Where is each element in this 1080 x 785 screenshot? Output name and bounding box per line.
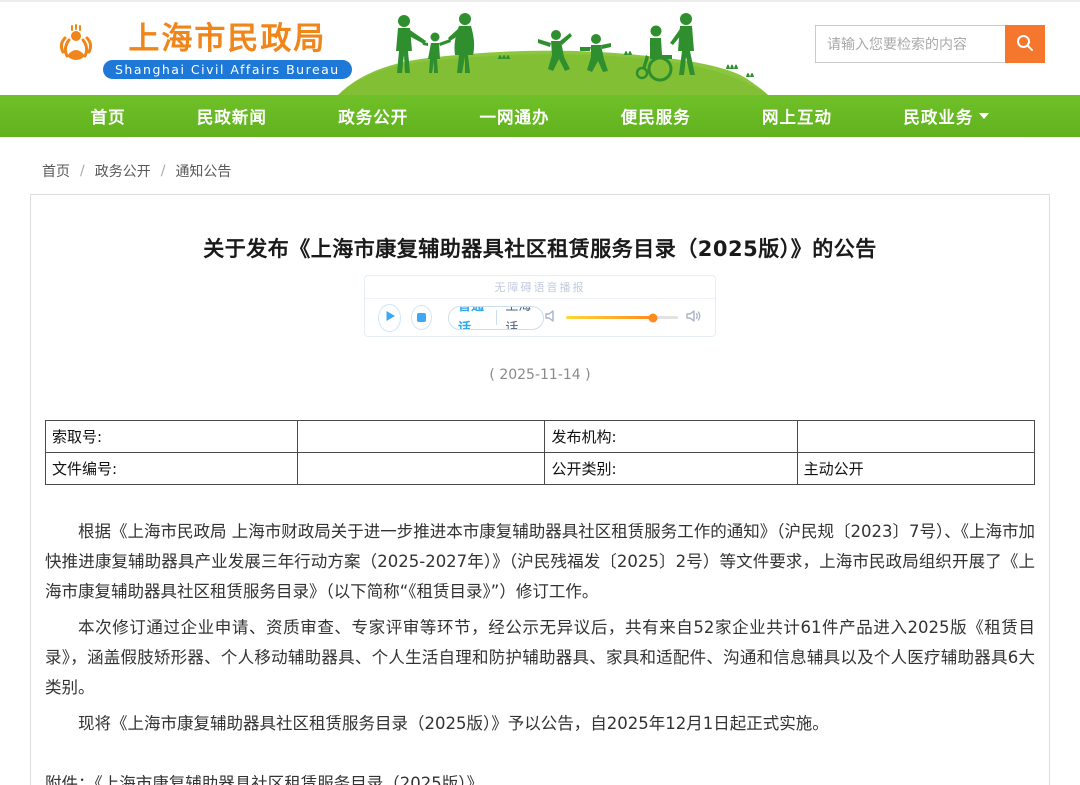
breadcrumb-gov-info[interactable]: 政务公开	[95, 161, 151, 181]
play-button[interactable]	[378, 304, 401, 332]
volume-slider-thumb[interactable]	[649, 313, 658, 322]
article-title: 关于发布《上海市康复辅助器具社区租赁服务目录（2025版）》的公告	[45, 233, 1035, 263]
article-body: 根据《上海市民政局 上海市财政局关于进一步推进本市康复辅助器具社区租赁服务工作的…	[45, 517, 1035, 785]
page-header: 上海市民政局 Shanghai Civil Affairs Bureau	[0, 0, 1080, 95]
paragraph: 本次修订通过企业申请、资质审查、专家评审等环节，经公示无异议后，共有来自52家企…	[45, 613, 1035, 703]
site-search	[815, 25, 1045, 63]
audio-reader-widget: 无障碍语音播报 普通话 上海话	[364, 275, 716, 337]
nav-item-news[interactable]: 民政新闻	[197, 104, 267, 128]
volume-control	[544, 308, 702, 327]
nav-item-services[interactable]: 便民服务	[621, 104, 691, 128]
nav-item-business[interactable]: 民政业务	[903, 104, 989, 128]
nav-item-gov-info[interactable]: 政务公开	[338, 104, 408, 128]
mute-icon[interactable]	[544, 308, 558, 327]
document-meta-table: 索取号: 发布机构: 文件编号: 公开类别: 主动公开	[45, 420, 1035, 485]
volume-icon[interactable]	[686, 308, 702, 327]
paragraph: 现将《上海市康复辅助器具社区租赁服务目录（2025版）》予以公告，自2025年1…	[45, 709, 1035, 739]
nav-item-interaction[interactable]: 网上互动	[762, 104, 832, 128]
stop-button[interactable]	[411, 305, 432, 330]
attachment-link[interactable]: 附件：《上海市康复辅助器具社区租赁服务目录（2025版）》	[45, 769, 1035, 785]
nav-label: 首页	[91, 104, 126, 128]
nav-label: 民政新闻	[197, 104, 267, 128]
paragraph: 根据《上海市民政局 上海市财政局关于进一步推进本市康复辅助器具社区租赁服务工作的…	[45, 517, 1035, 607]
nav-label: 便民服务	[621, 104, 691, 128]
nav-item-home[interactable]: 首页	[91, 104, 126, 128]
breadcrumb-separator: /	[80, 163, 85, 179]
meta-label-disclosure-category: 公开类别:	[545, 453, 797, 485]
meta-value-issuing-agency	[797, 421, 1034, 453]
nav-label: 政务公开	[338, 104, 408, 128]
audio-reader-caption: 无障碍语音播报	[365, 276, 715, 299]
site-subtitle: Shanghai Civil Affairs Bureau	[103, 60, 352, 79]
volume-slider[interactable]	[566, 316, 678, 319]
meta-value-disclosure-category: 主动公开	[797, 453, 1034, 485]
publish-date: ( 2025-11-14 )	[45, 367, 1035, 383]
table-row: 索取号: 发布机构:	[46, 421, 1035, 453]
nav-label: 一网通办	[479, 104, 549, 128]
table-row: 文件编号: 公开类别: 主动公开	[46, 453, 1035, 485]
family-hill-illustration	[338, 3, 768, 95]
language-toggle: 普通话 上海话	[448, 306, 544, 330]
language-option-mandarin[interactable]: 普通话	[449, 306, 496, 330]
nav-label: 民政业务	[903, 104, 973, 128]
breadcrumb: 首页 / 政务公开 / 通知公告	[42, 161, 1080, 181]
search-icon	[1015, 33, 1035, 56]
article-card: 关于发布《上海市康复辅助器具社区租赁服务目录（2025版）》的公告 无障碍语音播…	[30, 194, 1050, 785]
search-input[interactable]	[815, 25, 1005, 63]
search-button[interactable]	[1005, 25, 1045, 63]
meta-value-index-number	[298, 421, 545, 453]
meta-value-document-number	[298, 453, 545, 485]
site-title: 上海市民政局	[128, 22, 326, 56]
site-logo[interactable]: 上海市民政局 Shanghai Civil Affairs Bureau	[55, 22, 352, 79]
meta-label-issuing-agency: 发布机构:	[545, 421, 797, 453]
play-icon	[384, 310, 396, 325]
nav-item-one-stop[interactable]: 一网通办	[479, 104, 549, 128]
meta-label-index-number: 索取号:	[46, 421, 298, 453]
stop-icon	[417, 313, 426, 322]
chevron-down-icon	[979, 113, 989, 119]
main-nav: 首页 民政新闻 政务公开 一网通办 便民服务 网上互动 民政业务	[0, 95, 1080, 137]
breadcrumb-home[interactable]: 首页	[42, 161, 70, 181]
breadcrumb-separator: /	[161, 163, 166, 179]
language-option-shanghainese[interactable]: 上海话	[496, 306, 543, 330]
nav-label: 网上互动	[762, 104, 832, 128]
meta-label-document-number: 文件编号:	[46, 453, 298, 485]
breadcrumb-notices[interactable]: 通知公告	[175, 161, 231, 181]
civil-affairs-emblem-icon	[55, 22, 97, 70]
